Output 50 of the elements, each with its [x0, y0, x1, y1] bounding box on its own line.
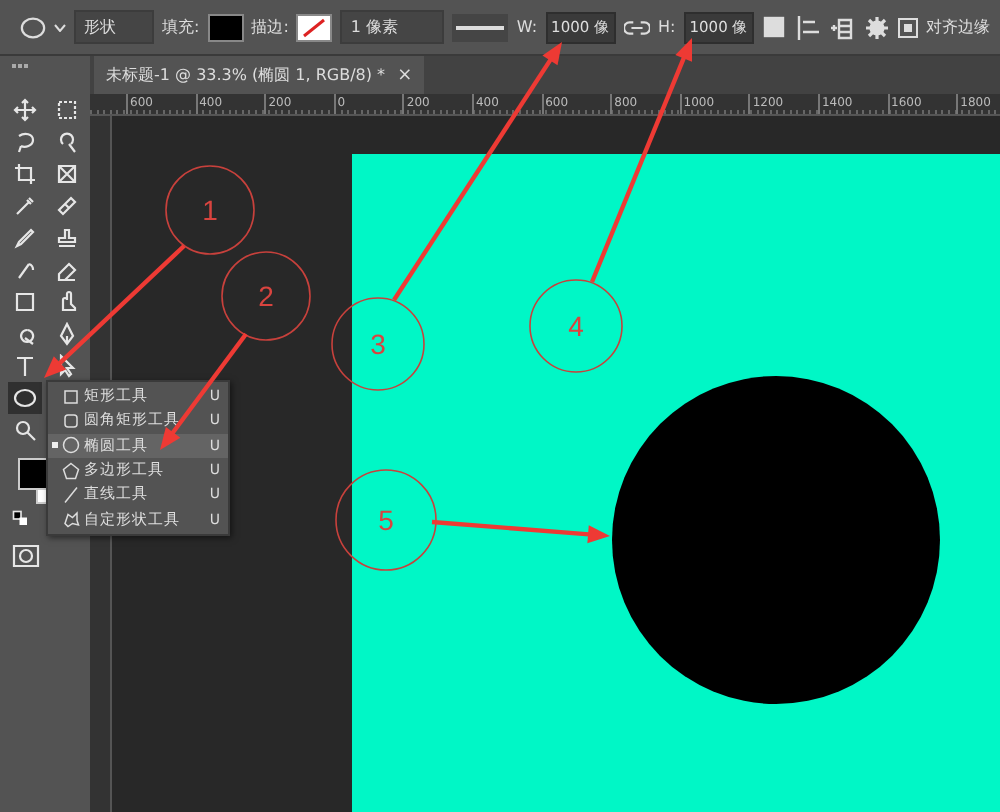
history-brush-icon[interactable] [12, 258, 38, 282]
type-icon[interactable] [12, 354, 38, 378]
numbered-callout: 3 [331, 297, 425, 391]
default-colors-icon[interactable] [12, 510, 30, 528]
ellipse-tool-icon[interactable] [8, 382, 42, 414]
quick-select-icon[interactable] [54, 130, 80, 154]
numbered-callout: 1 [165, 165, 255, 255]
eyedropper-icon[interactable] [12, 194, 38, 218]
line-icon [62, 485, 80, 504]
arrange-icon[interactable] [830, 15, 857, 39]
marquee-icon[interactable] [54, 98, 80, 122]
panel-grip-icon[interactable] [12, 64, 28, 74]
close-button[interactable]: × [397, 65, 413, 85]
numbered-callout: 5 [335, 469, 437, 571]
brush-icon[interactable] [12, 226, 38, 250]
width-label: W: [516, 18, 538, 36]
stroke-width-dropdown[interactable]: 1 像素 [340, 10, 445, 44]
bandage-icon[interactable] [54, 194, 80, 218]
foreground-color-swatch[interactable] [18, 458, 48, 490]
stamp-icon[interactable] [54, 226, 80, 250]
pen-icon[interactable] [54, 322, 80, 346]
polygon-icon [62, 461, 80, 480]
blob-shape-icon [62, 510, 80, 529]
align-icon[interactable] [796, 15, 823, 39]
crop-icon[interactable] [12, 162, 38, 186]
numbered-callout: 4 [529, 279, 623, 373]
eraser-icon[interactable] [54, 258, 80, 282]
lasso-icon[interactable] [12, 130, 38, 154]
caret-icon[interactable] [54, 23, 66, 31]
height-label: H: [658, 18, 676, 36]
ellipse-icon[interactable] [20, 15, 46, 39]
quick-mask-icon[interactable] [12, 544, 40, 568]
magnifier-icon[interactable] [12, 418, 38, 442]
fill-label: 填充: [162, 16, 200, 38]
frame-icon[interactable] [54, 162, 80, 186]
stroke-label: 描边: [251, 16, 289, 38]
rectangle-icon [62, 387, 80, 406]
shape-mode-dropdown[interactable]: 形状 [74, 10, 154, 44]
link-icon[interactable] [624, 15, 651, 39]
path-operations-icon[interactable] [762, 15, 789, 39]
fill-swatch[interactable] [207, 13, 244, 41]
move-icon[interactable] [12, 98, 38, 122]
align-edges-label: 对齐边缘 [926, 16, 991, 38]
pointer-icon[interactable] [54, 354, 80, 378]
no-stroke-swatch[interactable] [296, 13, 333, 41]
numbered-callout: 2 [221, 251, 311, 341]
align-edges-checkbox[interactable] [898, 17, 919, 37]
document-tab[interactable]: 未标题-1 @ 33.3% (椭圆 1, RGB/8) * × [94, 56, 425, 94]
line-style-dropdown[interactable] [452, 13, 509, 41]
settings-icon[interactable] [864, 15, 891, 39]
